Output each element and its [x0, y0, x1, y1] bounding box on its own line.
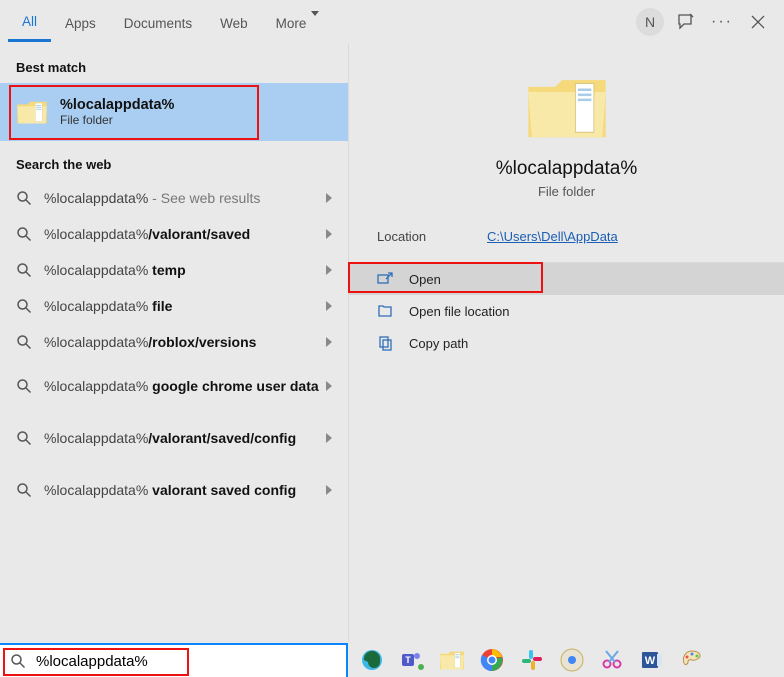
tab-all[interactable]: All: [8, 2, 51, 42]
web-result-item[interactable]: %localappdata% google chrome user data: [0, 360, 348, 412]
best-match-subtitle: File folder: [60, 113, 174, 127]
search-icon: [16, 262, 32, 278]
taskbar-chrome-icon[interactable]: [476, 646, 508, 674]
web-result-text: %localappdata%/roblox/versions: [44, 334, 326, 350]
preview-title: %localappdata%: [365, 158, 768, 180]
action-copy-path[interactable]: Copy path: [349, 327, 784, 359]
web-result-text: %localappdata% temp: [44, 262, 326, 278]
chevron-right-icon: [326, 485, 332, 495]
best-match-header: Best match: [0, 44, 348, 83]
search-icon: [10, 653, 26, 669]
web-result-item[interactable]: %localappdata% valorant saved config: [0, 464, 348, 516]
chevron-down-icon: [311, 11, 319, 31]
chevron-right-icon: [326, 381, 332, 391]
search-icon: [16, 190, 32, 206]
search-input[interactable]: [36, 653, 336, 670]
best-match-title: %localappdata%: [60, 97, 174, 113]
taskbar-teams-icon[interactable]: T: [396, 646, 428, 674]
svg-text:T: T: [405, 655, 411, 665]
more-options-icon[interactable]: ···: [704, 4, 740, 40]
taskbar: T W: [348, 643, 784, 677]
search-icon: [16, 430, 32, 446]
chevron-right-icon: [326, 301, 332, 311]
taskbar-edge-icon[interactable]: [356, 646, 388, 674]
svg-text:W: W: [645, 655, 656, 667]
chevron-right-icon: [326, 337, 332, 347]
open-icon: [377, 271, 393, 287]
action-open[interactable]: Open: [349, 263, 784, 295]
location-label: Location: [377, 229, 487, 244]
tab-web[interactable]: Web: [206, 4, 262, 41]
close-button[interactable]: [740, 4, 776, 40]
web-result-text: %localappdata%/valorant/saved: [44, 226, 326, 242]
folder-icon-large: [525, 72, 609, 142]
search-web-header: Search the web: [0, 141, 348, 180]
web-result-text: %localappdata% - See web results: [44, 190, 326, 206]
chevron-right-icon: [326, 229, 332, 239]
tab-more[interactable]: More: [262, 4, 334, 41]
tab-documents[interactable]: Documents: [110, 4, 206, 41]
best-match-item[interactable]: %localappdata% File folder: [0, 83, 348, 141]
web-result-text: %localappdata% valorant saved config: [44, 482, 326, 498]
search-bar[interactable]: [0, 643, 348, 677]
preview-subtitle: File folder: [365, 184, 768, 199]
web-result-item[interactable]: %localappdata% file: [0, 288, 348, 324]
search-icon: [16, 226, 32, 242]
web-result-item[interactable]: %localappdata%/roblox/versions: [0, 324, 348, 360]
user-avatar[interactable]: N: [632, 4, 668, 40]
action-open-location[interactable]: Open file location: [349, 295, 784, 327]
folder-icon: [16, 96, 48, 128]
chevron-right-icon: [326, 193, 332, 203]
folder-location-icon: [377, 303, 393, 319]
web-result-item[interactable]: %localappdata% - See web results: [0, 180, 348, 216]
copy-icon: [377, 335, 393, 351]
search-icon: [16, 298, 32, 314]
location-link[interactable]: C:\Users\Dell\AppData: [487, 229, 618, 244]
web-result-text: %localappdata% google chrome user data: [44, 378, 326, 394]
web-result-text: %localappdata%/valorant/saved/config: [44, 430, 326, 446]
search-icon: [16, 378, 32, 394]
taskbar-paint-icon[interactable]: [676, 646, 708, 674]
tab-apps[interactable]: Apps: [51, 4, 110, 41]
taskbar-snip-icon[interactable]: [596, 646, 628, 674]
taskbar-chrome-alt-icon[interactable]: [556, 646, 588, 674]
chevron-right-icon: [326, 433, 332, 443]
web-result-item[interactable]: %localappdata% temp: [0, 252, 348, 288]
chevron-right-icon: [326, 265, 332, 275]
search-icon: [16, 334, 32, 350]
web-result-item[interactable]: %localappdata%/valorant/saved: [0, 216, 348, 252]
taskbar-explorer-icon[interactable]: [436, 646, 468, 674]
web-result-text: %localappdata% file: [44, 298, 326, 314]
taskbar-word-icon[interactable]: W: [636, 646, 668, 674]
taskbar-slack-icon[interactable]: [516, 646, 548, 674]
search-icon: [16, 482, 32, 498]
web-result-item[interactable]: %localappdata%/valorant/saved/config: [0, 412, 348, 464]
feedback-icon[interactable]: [668, 4, 704, 40]
